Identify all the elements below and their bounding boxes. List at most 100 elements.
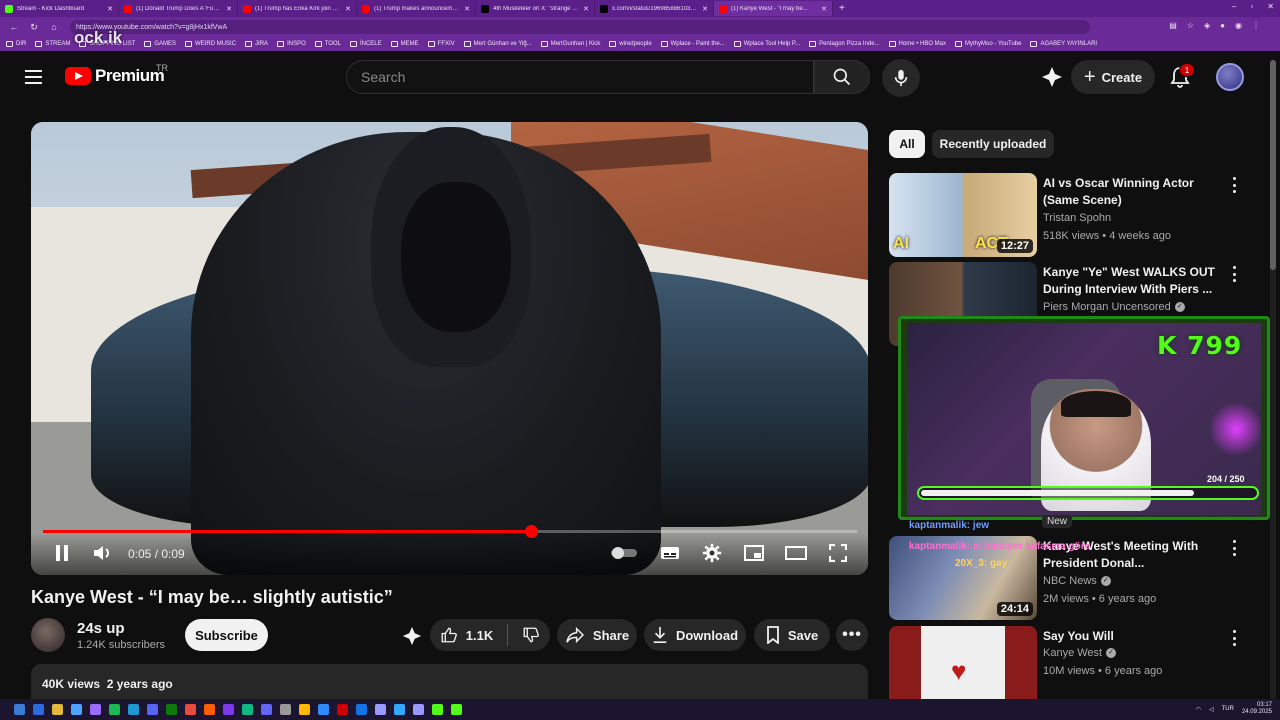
- wifi-icon[interactable]: ◠: [1196, 706, 1201, 713]
- recommended-channel[interactable]: NBC News ✓: [1043, 575, 1111, 587]
- close-tab-icon[interactable]: ✕: [464, 5, 470, 13]
- menu-icon[interactable]: [25, 70, 42, 84]
- back-icon[interactable]: ←: [8, 22, 20, 32]
- bookmark-item[interactable]: WEIRD MUSIC: [185, 41, 236, 47]
- taskbar-app-icon[interactable]: [166, 704, 177, 715]
- more-vertical-icon[interactable]: [1231, 630, 1237, 646]
- bookmark-item[interactable]: JIRA: [245, 41, 268, 47]
- browser-tab[interactable]: Stream - Kick Dashboard ✕: [0, 1, 119, 16]
- taskbar-app-icon[interactable]: [71, 704, 82, 715]
- recommended-video[interactable]: AI ACT 12:27 AI vs Oscar Winning Actor (…: [889, 173, 1259, 257]
- subtitles-button[interactable]: [659, 543, 681, 563]
- bookmark-item[interactable]: Pentagon Pizza Inde...: [809, 41, 880, 47]
- taskbar-app-icon[interactable]: [375, 704, 386, 715]
- like-button[interactable]: 1.1K: [440, 626, 493, 644]
- volume-button[interactable]: [91, 543, 113, 563]
- url-field[interactable]: https://www.youtube.com/watch?v=g8jHx1kf…: [70, 20, 1090, 34]
- video-thumbnail[interactable]: ♥: [889, 626, 1037, 710]
- taskbar-app-icon[interactable]: [394, 704, 405, 715]
- taskbar-app-icon[interactable]: [337, 704, 348, 715]
- bookmark-item[interactable]: İNCELE: [349, 41, 382, 47]
- volume-tray-icon[interactable]: ◁: [1209, 706, 1214, 713]
- recommended-title[interactable]: Kanye "Ye" West WALKS OUT During Intervi…: [1043, 264, 1223, 298]
- autoplay-toggle[interactable]: [609, 543, 639, 563]
- close-tab-icon[interactable]: ✕: [583, 5, 589, 13]
- close-tab-icon[interactable]: ✕: [702, 5, 708, 13]
- channel-avatar[interactable]: [31, 618, 65, 652]
- taskbar-app-icon[interactable]: [413, 704, 424, 715]
- more-vertical-icon[interactable]: [1231, 266, 1237, 282]
- bookmark-item[interactable]: FFXIV: [427, 41, 455, 47]
- voice-search-button[interactable]: [882, 59, 920, 97]
- menu-icon[interactable]: ⋮: [1252, 21, 1260, 30]
- close-window-icon[interactable]: ✕: [1267, 2, 1274, 11]
- recommended-channel[interactable]: Kanye West ✓: [1043, 647, 1117, 659]
- refresh-icon[interactable]: ↻: [28, 22, 40, 33]
- bookmark-item[interactable]: wiredpeople: [609, 41, 652, 47]
- bookmark-item[interactable]: MEME: [390, 41, 419, 47]
- bookmark-item[interactable]: TOOL: [314, 41, 341, 47]
- ask-ai-icon[interactable]: [1040, 65, 1064, 89]
- thumbs-down-icon[interactable]: [522, 626, 540, 644]
- home-icon[interactable]: ⌂: [48, 22, 60, 32]
- taskbar-app-icon[interactable]: [128, 704, 139, 715]
- bookmark-item[interactable]: Mert Günhan ve Yiğ...: [463, 41, 532, 47]
- bookmark-item[interactable]: Wplace - Paint the...: [660, 41, 725, 47]
- taskbar-app-icon[interactable]: [242, 704, 253, 715]
- browser-tab[interactable]: (1) Trump has Erika Kirk join him... ✕: [238, 1, 357, 16]
- taskbar-app-icon[interactable]: [185, 704, 196, 715]
- fullscreen-button[interactable]: [827, 543, 849, 563]
- more-vertical-icon[interactable]: [1231, 540, 1237, 556]
- bookmark-item[interactable]: AGABEY YAYINLARI: [1030, 41, 1097, 47]
- bookmark-item[interactable]: DIR: [6, 41, 26, 47]
- close-tab-icon[interactable]: ✕: [821, 5, 827, 13]
- restore-icon[interactable]: ▫: [1250, 2, 1253, 11]
- taskbar-app-icon[interactable]: [52, 704, 63, 715]
- close-tab-icon[interactable]: ✕: [345, 5, 351, 13]
- bookmark-star-icon[interactable]: ☆: [1187, 21, 1194, 30]
- bookmark-item[interactable]: INSPO: [277, 41, 306, 47]
- minimize-icon[interactable]: –: [1232, 2, 1236, 11]
- bookmark-item[interactable]: GAMES: [144, 41, 176, 47]
- bookmark-item[interactable]: STREAM: [35, 41, 70, 47]
- taskbar-app-icon[interactable]: [356, 704, 367, 715]
- taskbar-app-icon[interactable]: [109, 704, 120, 715]
- more-actions-button[interactable]: •••: [836, 619, 868, 651]
- more-vertical-icon[interactable]: [1231, 177, 1237, 193]
- scrollbar-thumb[interactable]: [1270, 60, 1276, 270]
- taskbar-app-icon[interactable]: [318, 704, 329, 715]
- subscribe-button[interactable]: Subscribe: [185, 619, 268, 651]
- taskbar-app-icon[interactable]: [90, 704, 101, 715]
- save-button[interactable]: Save: [754, 619, 830, 651]
- browser-tab[interactable]: (1) Kanye West - "I may be... ✕: [714, 1, 833, 16]
- close-tab-icon[interactable]: ✕: [226, 5, 232, 13]
- taskbar-app-icon[interactable]: [432, 704, 443, 715]
- profile-icon[interactable]: ◉: [1235, 21, 1242, 30]
- create-button[interactable]: + Create: [1071, 60, 1155, 94]
- clock[interactable]: 03:17 24.09.2025: [1242, 702, 1272, 716]
- download-button[interactable]: Download: [644, 619, 746, 651]
- close-tab-icon[interactable]: ✕: [107, 5, 113, 13]
- ask-ai-icon[interactable]: [401, 625, 423, 647]
- bookmark-item[interactable]: MythyMoo - YouTube: [955, 41, 1021, 47]
- taskbar-app-icon[interactable]: [204, 704, 215, 715]
- new-tab-button[interactable]: +: [839, 3, 845, 14]
- taskbar-app-icon[interactable]: [147, 704, 158, 715]
- bookmark-item[interactable]: Wplace Tool Help P...: [733, 41, 800, 47]
- progress-bar[interactable]: [43, 525, 857, 538]
- extension-icon[interactable]: ●: [1220, 21, 1225, 30]
- extension-icon[interactable]: ▤: [1169, 21, 1177, 30]
- page-scrollbar[interactable]: [1270, 60, 1276, 700]
- recommended-video[interactable]: ♥ Say You Will Kanye West ✓ 10M views • 6…: [889, 626, 1259, 710]
- channel-name[interactable]: 24s up: [77, 620, 125, 637]
- recommended-title[interactable]: AI vs Oscar Winning Actor (Same Scene): [1043, 175, 1223, 209]
- recommended-channel[interactable]: Piers Morgan Uncensored ✓: [1043, 301, 1185, 313]
- account-avatar[interactable]: [1216, 63, 1244, 91]
- taskbar-app-icon[interactable]: [451, 704, 462, 715]
- settings-button[interactable]: [701, 543, 723, 563]
- share-button[interactable]: Share: [557, 619, 637, 651]
- browser-tab[interactable]: (1) Donald Trump Does A 'Funny... ✕: [119, 1, 238, 16]
- pause-button[interactable]: [51, 543, 73, 563]
- youtube-logo[interactable]: Premium: [65, 66, 165, 86]
- miniplayer-button[interactable]: [743, 543, 765, 563]
